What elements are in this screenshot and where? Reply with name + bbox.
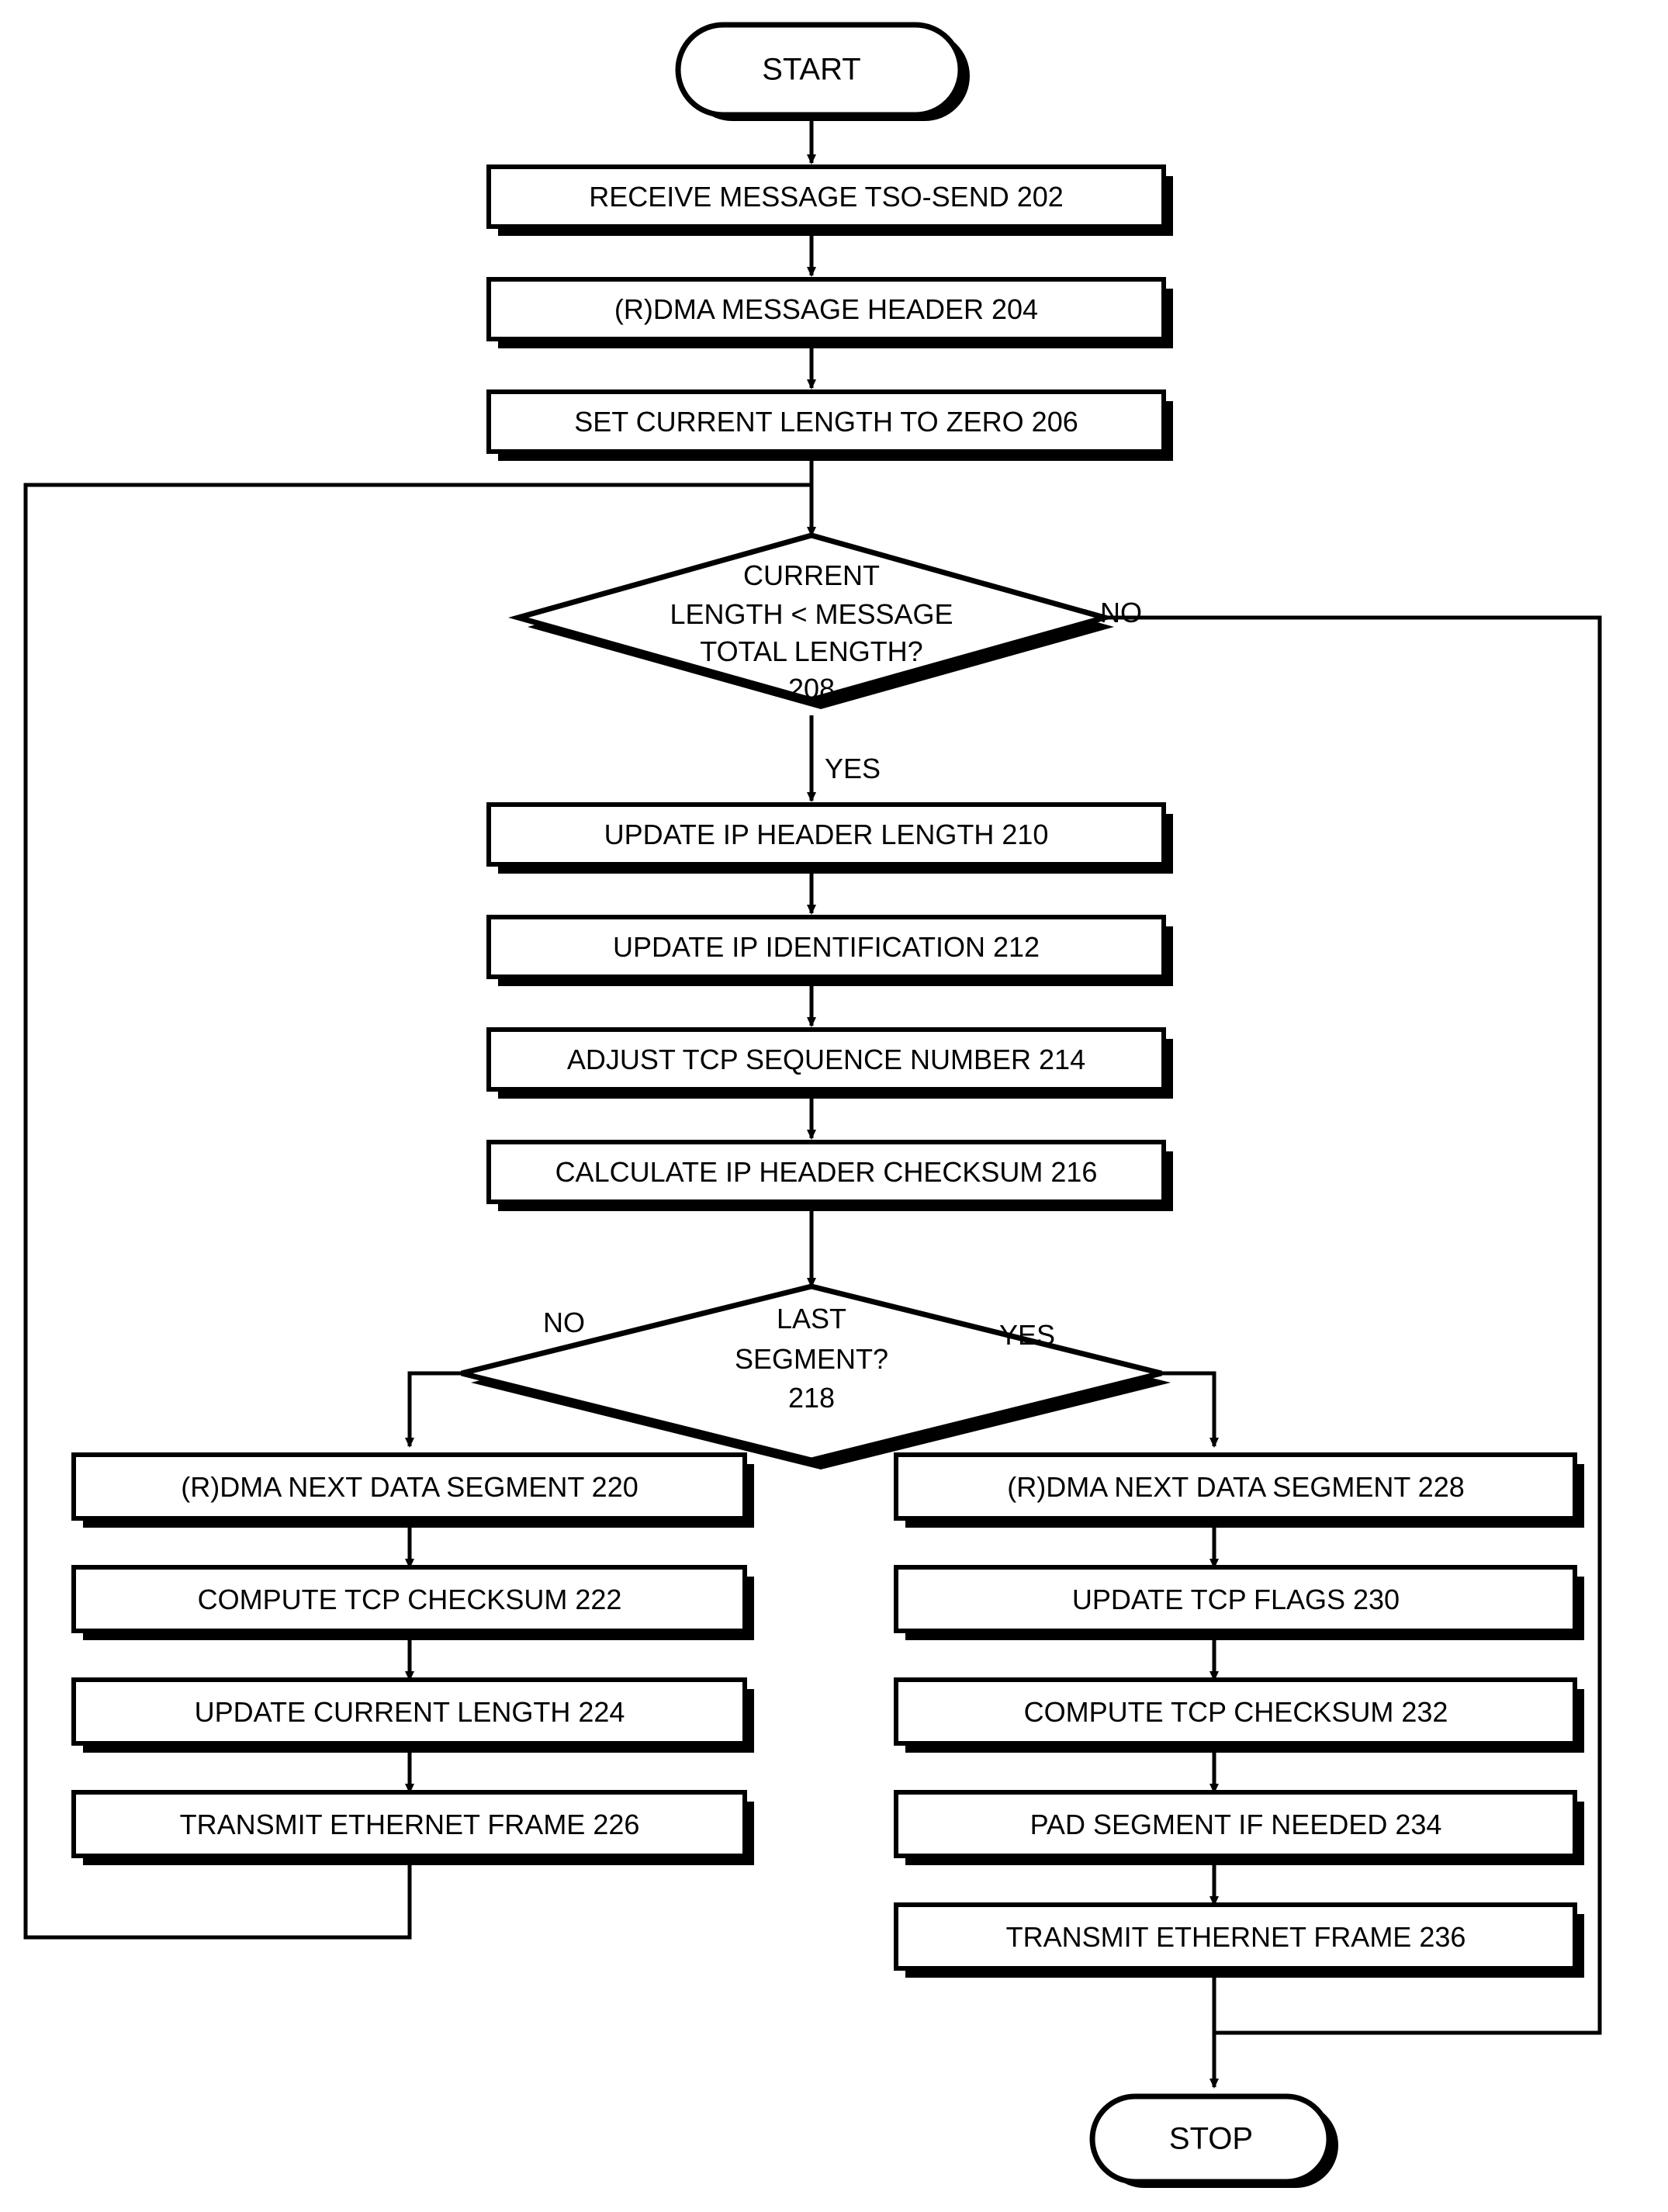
decision-218-no-label: NO xyxy=(543,1307,585,1338)
process-label-204: (R)DMA MESSAGE HEADER 204 xyxy=(614,293,1039,325)
process-label-224: UPDATE CURRENT LENGTH 224 xyxy=(194,1695,625,1728)
process-label-216: CALCULATE IP HEADER CHECKSUM 216 xyxy=(555,1155,1098,1188)
decision-208-line1: CURRENT xyxy=(743,559,880,591)
flowchart-canvas xyxy=(23,22,1602,2188)
decision-208-ref: 208 xyxy=(787,672,836,704)
decision-218-yes-label: YES xyxy=(999,1319,1056,1351)
process-label-230: UPDATE TCP FLAGS 230 xyxy=(1071,1583,1400,1615)
decision-218-line1: LAST xyxy=(776,1302,847,1334)
process-label-212: UPDATE IP IDENTIFICATION 212 xyxy=(612,930,1040,963)
decision-218-ref: 218 xyxy=(787,1381,836,1414)
process-label-220: (R)DMA NEXT DATA SEGMENT 220 xyxy=(181,1470,638,1503)
process-label-236: TRANSMIT ETHERNET FRAME 236 xyxy=(1005,1920,1466,1953)
process-label-214: ADJUST TCP SEQUENCE NUMBER 214 xyxy=(566,1043,1086,1075)
process-label-210: UPDATE IP HEADER LENGTH 210 xyxy=(604,818,1049,850)
terminator-stop-label: STOP xyxy=(1168,2121,1254,2156)
decision-218-line2: SEGMENT? xyxy=(734,1342,889,1375)
process-label-232: COMPUTE TCP CHECKSUM 232 xyxy=(1023,1695,1448,1728)
process-label-234: PAD SEGMENT IF NEEDED 234 xyxy=(1030,1808,1442,1840)
process-label-206: SET CURRENT LENGTH TO ZERO 206 xyxy=(574,405,1078,438)
process-label-226: TRANSMIT ETHERNET FRAME 226 xyxy=(179,1808,640,1840)
decision-208-line3: TOTAL LENGTH? xyxy=(700,635,923,667)
process-label-228: (R)DMA NEXT DATA SEGMENT 228 xyxy=(1007,1470,1465,1503)
process-label-222: COMPUTE TCP CHECKSUM 222 xyxy=(197,1583,622,1615)
terminator-start-label: START xyxy=(762,52,861,87)
process-label-202: RECEIVE MESSAGE TSO-SEND 202 xyxy=(589,180,1064,213)
decision-208-yes-label: YES xyxy=(825,753,881,784)
decision-208-no-label: NO xyxy=(1100,597,1142,628)
decision-208-line2: LENGTH < MESSAGE xyxy=(670,597,953,630)
